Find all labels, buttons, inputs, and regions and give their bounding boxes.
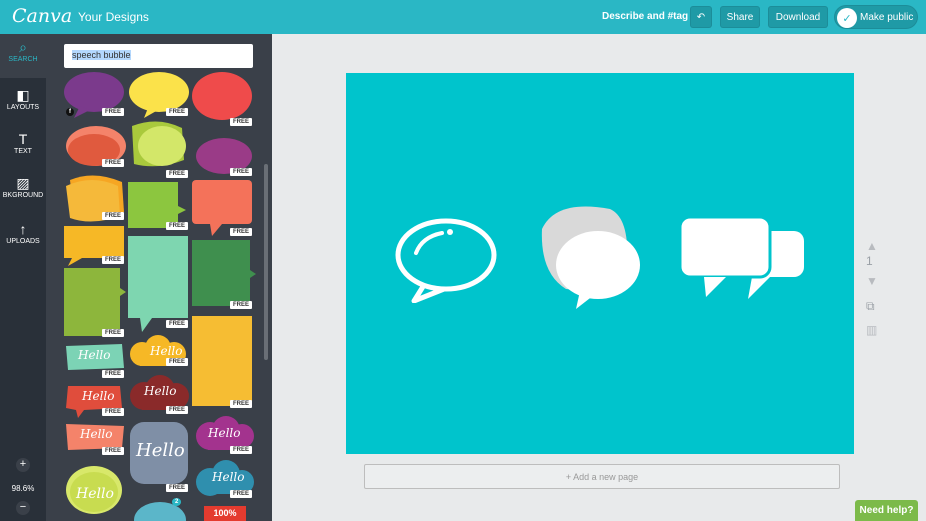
trash-icon[interactable]: ▥ bbox=[866, 323, 877, 337]
elements-panel: speech bubble f FREE FREE FREE FREE FREE… bbox=[46, 34, 272, 521]
layout-icon: ◧ bbox=[16, 87, 30, 103]
make-public-label: Make public bbox=[860, 12, 914, 23]
panel-scrollbar[interactable] bbox=[264, 164, 268, 360]
hello-text: Hello bbox=[76, 486, 114, 502]
share-button[interactable]: Share bbox=[720, 6, 760, 28]
free-badge: FREE bbox=[102, 447, 125, 455]
free-badge: FREE bbox=[166, 358, 189, 366]
sidebar-item-background[interactable]: ▨ BKGROUND bbox=[0, 170, 46, 214]
canva-logo[interactable]: Canva bbox=[12, 5, 72, 27]
your-designs-link[interactable]: Your Designs bbox=[78, 10, 149, 24]
hello-text: Hello bbox=[80, 427, 113, 441]
sidebar-item-uploads[interactable]: ↑ UPLOADS bbox=[0, 216, 46, 260]
text-icon: T bbox=[18, 131, 28, 147]
zoom-out-button[interactable]: − bbox=[16, 501, 30, 515]
undo-icon: ↶ bbox=[696, 11, 706, 23]
hello-text: Hello bbox=[78, 348, 111, 362]
free-badge: FREE bbox=[166, 320, 189, 328]
free-badge: FREE bbox=[166, 406, 189, 414]
upload-icon: ↑ bbox=[19, 221, 27, 237]
search-value: speech bubble bbox=[72, 50, 131, 60]
hello-text: Hello bbox=[150, 344, 183, 358]
free-badge: FREE bbox=[230, 118, 253, 126]
sidebar-item-text[interactable]: T TEXT bbox=[0, 126, 46, 170]
hello-text: Hello bbox=[208, 426, 241, 440]
free-badge: FREE bbox=[230, 400, 253, 408]
page-number: 1 bbox=[866, 254, 873, 268]
outline-speech-bubble[interactable] bbox=[394, 217, 498, 303]
editor-stage: + Add a new page ▲ 1 ▼ ⧉ ▥ bbox=[272, 34, 926, 521]
hello-text: Hello bbox=[82, 389, 115, 403]
background-icon: ▨ bbox=[16, 175, 30, 191]
zoom-in-button[interactable]: + bbox=[16, 458, 30, 472]
sidebar-item-label: LAYOUTS bbox=[6, 104, 40, 111]
copy-page-icon[interactable]: ⧉ bbox=[866, 299, 875, 314]
shadow-speech-bubble[interactable] bbox=[536, 203, 644, 313]
free-badge: FREE bbox=[102, 108, 125, 116]
free-badge: FREE bbox=[102, 256, 125, 264]
free-badge: FREE bbox=[230, 301, 253, 309]
free-badge: FREE bbox=[102, 370, 125, 378]
design-canvas[interactable] bbox=[346, 73, 854, 454]
free-badge: FREE bbox=[166, 484, 189, 492]
free-badge: FREE bbox=[102, 408, 125, 416]
sidebar-item-label: SEARCH bbox=[8, 56, 38, 63]
check-icon: ✓ bbox=[837, 8, 857, 28]
free-badge: FREE bbox=[102, 212, 125, 220]
free-badge: FREE bbox=[102, 159, 125, 167]
free-badge: FREE bbox=[230, 490, 253, 498]
gold-rect-bubble[interactable] bbox=[192, 316, 256, 410]
sidebar-item-search[interactable]: ⌕ SEARCH bbox=[0, 34, 46, 78]
hello-text: Hello bbox=[212, 470, 245, 484]
hello-text: Hello bbox=[136, 440, 185, 461]
free-badge: FREE bbox=[230, 168, 253, 176]
free-badge: FREE bbox=[230, 446, 253, 454]
sidebar-item-layouts[interactable]: ◧ LAYOUTS bbox=[0, 82, 46, 126]
page-up-icon[interactable]: ▲ bbox=[866, 239, 878, 253]
top-bar: Canva Your Designs Describe and #tag ↶ S… bbox=[0, 0, 926, 34]
sidebar-item-label: UPLOADS bbox=[6, 238, 40, 245]
search-icon: ⌕ bbox=[19, 39, 27, 55]
sidebar: ⌕ SEARCH ◧ LAYOUTS T TEXT ▨ BKGROUND ↑ U… bbox=[0, 34, 46, 521]
download-button[interactable]: Download bbox=[768, 6, 828, 28]
facebook-icon: f bbox=[66, 108, 74, 116]
undo-button[interactable]: ↶ bbox=[690, 6, 712, 28]
page-down-icon[interactable]: ▼ bbox=[866, 274, 878, 288]
free-badge: FREE bbox=[166, 222, 189, 230]
mint-rect-bubble[interactable] bbox=[128, 236, 190, 332]
chat-bubbles[interactable] bbox=[678, 215, 806, 303]
need-help-button[interactable]: Need help? bbox=[855, 500, 918, 521]
describe-and-tag-link[interactable]: Describe and #tag bbox=[602, 11, 688, 22]
make-public-toggle[interactable]: ✓ Make public bbox=[834, 5, 918, 29]
search-input[interactable]: speech bubble bbox=[64, 44, 253, 68]
sidebar-item-label: TEXT bbox=[14, 148, 32, 155]
add-new-page-button[interactable]: + Add a new page bbox=[364, 464, 840, 489]
zoom-level: 98.6% bbox=[11, 484, 35, 493]
sidebar-item-label: BKGROUND bbox=[2, 192, 44, 199]
hello-text: Hello bbox=[144, 384, 177, 398]
percent-banner[interactable]: 100% bbox=[204, 506, 246, 521]
free-badge: FREE bbox=[166, 108, 189, 116]
free-badge: FREE bbox=[102, 329, 125, 337]
free-badge: FREE bbox=[166, 170, 189, 178]
free-badge: FREE bbox=[230, 228, 253, 236]
